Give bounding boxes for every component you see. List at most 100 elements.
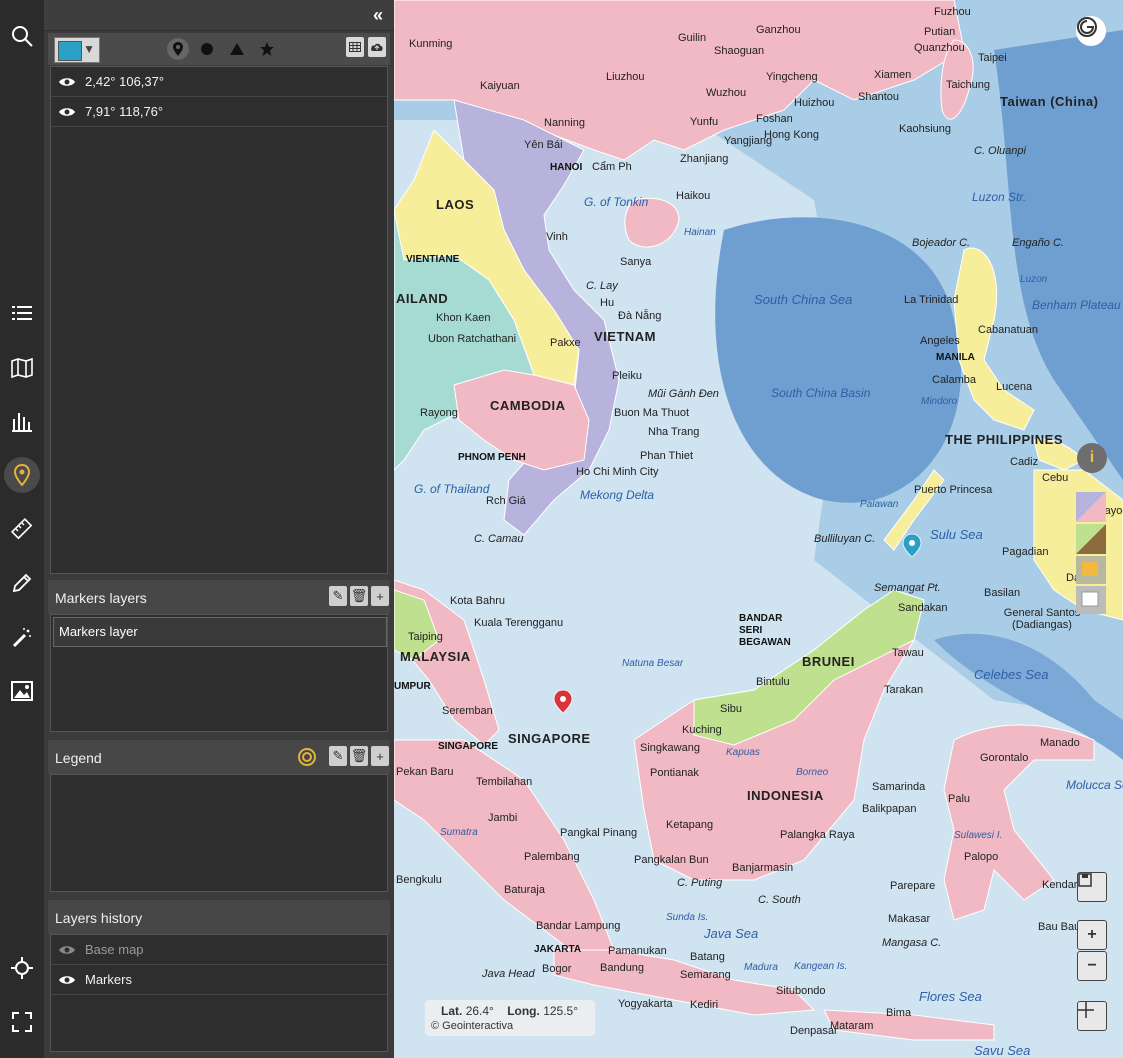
history-row[interactable]: Base map	[51, 935, 387, 965]
sea-label: Sunda Is.	[666, 912, 709, 923]
city-label: Lucena	[996, 381, 1033, 393]
circle-shape-icon[interactable]	[196, 38, 218, 60]
city-label: Jambi	[488, 812, 518, 824]
city-label: Java Head	[482, 968, 535, 980]
city-label: La Trinidad	[904, 294, 959, 306]
star-shape-icon[interactable]	[256, 38, 278, 60]
locate-crosshair-icon[interactable]	[1077, 1001, 1107, 1031]
city-label: Kota Bahru	[450, 595, 506, 607]
marker-row[interactable]: 7,91° 118,76°	[51, 97, 387, 127]
layers-history-header: Layers history	[48, 900, 390, 934]
city-label: Hong Kong	[764, 129, 820, 141]
collapse-panel-icon[interactable]: «	[370, 5, 386, 25]
add-icon[interactable]: +	[371, 746, 389, 766]
save-icon[interactable]	[1077, 872, 1107, 902]
fullscreen-icon[interactable]	[4, 1004, 40, 1040]
sea-label: Luzon Str.	[972, 190, 1027, 204]
zoom-out-button[interactable]: −	[1077, 951, 1107, 981]
city-label: Pamanukan	[608, 945, 667, 957]
city-label: Nanning	[544, 117, 585, 129]
city-label: Bulliluyan C.	[814, 533, 876, 545]
city-label: Bengkulu	[396, 874, 442, 886]
layer-switcher[interactable]	[1076, 492, 1106, 616]
city-label: Bogor	[542, 963, 572, 975]
sea-label: G. of Tonkin	[584, 195, 649, 209]
country-label: BRUNEI	[802, 654, 855, 669]
table-icon[interactable]	[346, 37, 364, 57]
capital-label: JAKARTA	[534, 944, 582, 955]
cloud-upload-icon[interactable]	[368, 37, 386, 57]
ruler-icon[interactable]	[4, 511, 40, 547]
icon-rail	[0, 0, 44, 1058]
map-book-icon[interactable]	[4, 350, 40, 386]
city-label: Pagadian	[1002, 546, 1049, 558]
sea-label: Luzon	[1020, 274, 1048, 285]
city-label: Ubon Ratchathani	[428, 333, 517, 345]
panel-topbar: «	[44, 0, 394, 31]
city-label: Yangjiang	[724, 135, 773, 147]
trash-icon[interactable]: 🗑	[350, 586, 368, 606]
sea-label: Celebes Sea	[974, 667, 1049, 682]
marker-icon[interactable]	[4, 457, 40, 493]
crosshair-icon[interactable]	[4, 950, 40, 986]
list-icon[interactable]	[4, 295, 40, 331]
chart-icon[interactable]	[4, 403, 40, 439]
chevron-down-icon: ▼	[83, 42, 95, 56]
city-label: Palopo	[964, 851, 999, 863]
edit-icon[interactable]: ✎	[329, 746, 347, 766]
city-label: Bandar Lampung	[536, 920, 621, 932]
triangle-shape-icon[interactable]	[226, 38, 248, 60]
eye-icon[interactable]	[58, 76, 76, 88]
pin-shape-icon[interactable]	[167, 38, 189, 60]
city-label: Yunfu	[690, 116, 719, 128]
city-label: Buon Ma Thuot	[614, 407, 690, 419]
search-icon[interactable]	[4, 18, 40, 54]
city-label: Kunming	[409, 38, 453, 50]
city-label: Sandakan	[898, 602, 948, 614]
city-label: Kuala Terengganu	[474, 617, 564, 629]
info-icon[interactable]: i	[1077, 443, 1107, 473]
city-label: Đà Nẵng	[618, 310, 662, 322]
edit-icon[interactable]: ✎	[329, 586, 347, 606]
city-label: Nha Trang	[648, 426, 700, 438]
city-label: Bandung	[600, 962, 645, 974]
image-icon[interactable]	[4, 673, 40, 709]
city-label: Putian	[924, 26, 956, 38]
city-label: Wuzhou	[706, 87, 747, 99]
sea-label: Mekong Delta	[580, 488, 655, 502]
city-label: Tembilahan	[476, 776, 533, 788]
sea-label: Kangean Is.	[794, 961, 848, 972]
marker-row[interactable]: 2,42° 106,37°	[51, 67, 387, 97]
sea-label: Borneo	[796, 767, 829, 778]
sea-label: Palawan	[860, 499, 899, 510]
city-label: Ganzhou	[756, 24, 801, 36]
eye-icon[interactable]	[58, 944, 76, 956]
zoom-in-button[interactable]: +	[1077, 920, 1107, 950]
sea-label: Sulu Sea	[930, 527, 983, 542]
city-label: Kediri	[690, 999, 719, 1011]
target-icon[interactable]	[297, 747, 317, 767]
capital-label: UMPUR	[394, 681, 431, 692]
app-logo-icon[interactable]	[1076, 16, 1106, 46]
sea-label: Savu Sea	[974, 1043, 1031, 1058]
history-row[interactable]: Markers	[51, 965, 387, 995]
city-label: Samarinda	[872, 781, 926, 793]
country-label: MALAYSIA	[400, 649, 471, 664]
section-title: Layers history	[55, 910, 143, 926]
trash-icon[interactable]: 🗑	[350, 746, 368, 766]
markers-layer-item[interactable]: Markers layer	[53, 617, 387, 647]
color-picker[interactable]: ▼	[54, 37, 100, 63]
pencil-icon[interactable]	[4, 565, 40, 601]
city-label: Shantou	[858, 91, 899, 103]
country-label: VIETNAM	[594, 329, 656, 344]
add-icon[interactable]: +	[371, 586, 389, 606]
eye-icon[interactable]	[58, 106, 76, 118]
city-label: Calamba	[932, 374, 977, 386]
magic-wand-icon[interactable]	[4, 620, 40, 656]
sea-label: Mindoro	[921, 396, 958, 407]
eye-icon[interactable]	[58, 974, 76, 986]
city-label: Singkawang	[640, 742, 700, 754]
city-label: Cadiz	[1010, 456, 1039, 468]
city-label: Bintulu	[756, 676, 790, 688]
map-canvas[interactable]: LAOS VIETNAM CAMBODIA AILAND MALAYSIA SI…	[394, 0, 1123, 1058]
